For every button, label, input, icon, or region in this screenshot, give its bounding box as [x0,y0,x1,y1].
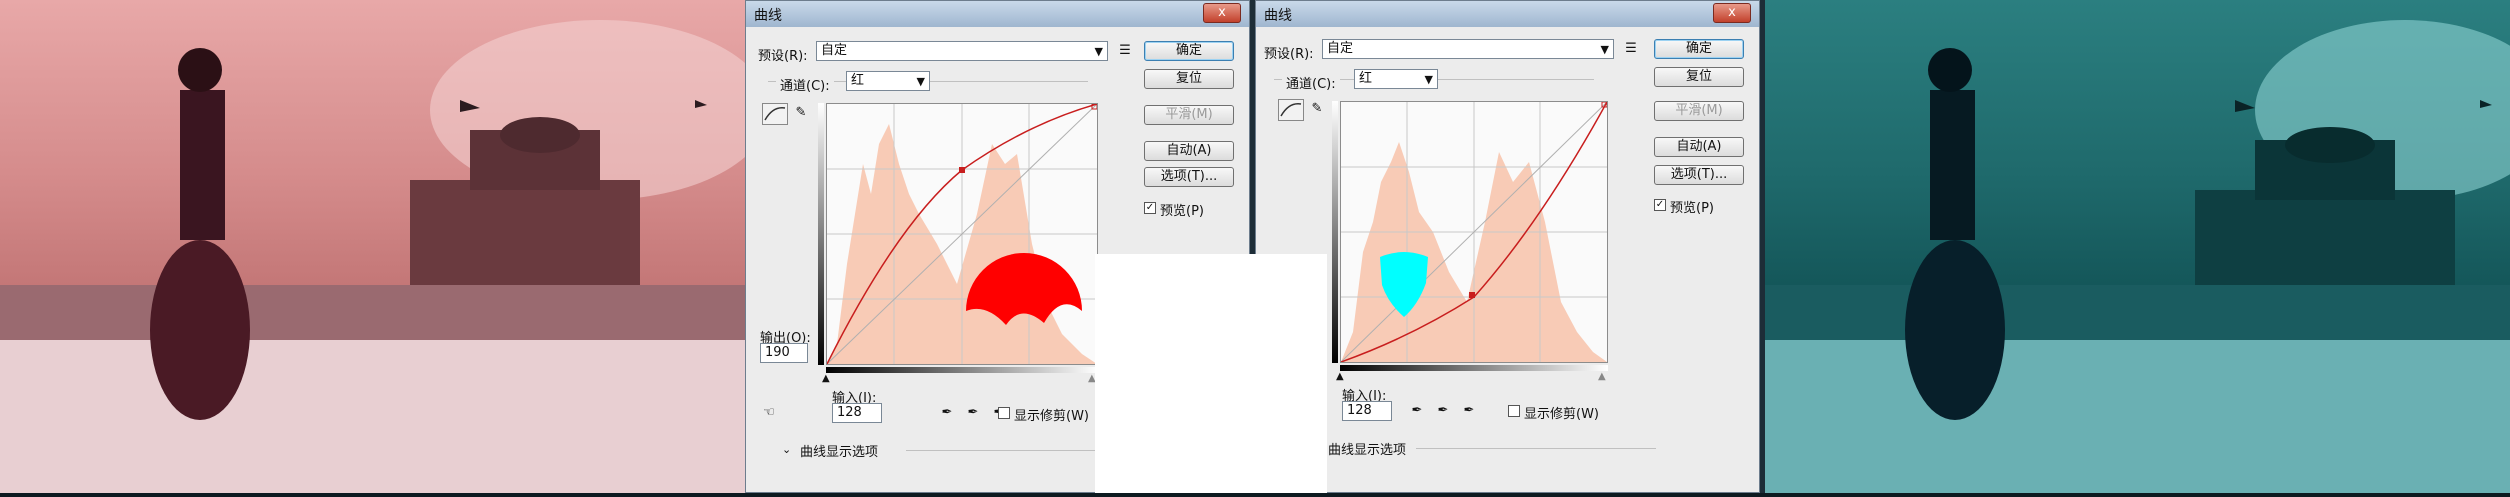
channel-select[interactable]: 红 ▼ [846,71,930,91]
close-button[interactable]: x [1203,3,1241,23]
input-gradient [1340,365,1608,371]
preview-checkbox[interactable]: ✓ [1654,199,1666,211]
photo-red-tinted [0,0,745,493]
preset-label: 预设(R): [758,49,808,64]
black-eyedropper-icon[interactable]: ✒ [936,403,958,423]
output-gradient [1332,101,1338,363]
close-button[interactable]: x [1713,3,1751,23]
curves-dialog-2: 曲线 x 预设(R): 自定 ▼ ☰ 通道(C): 红 ▼ ✎ ▲ ▲ 输入(I): [1255,0,1760,493]
output-value: 190 [765,345,790,360]
curve-options-label[interactable]: 曲线显示选项 [1328,439,1406,458]
cyan-shape-illustration [1380,252,1428,317]
curve-edit-tool[interactable] [762,103,788,125]
channel-value: 红 [1359,71,1373,86]
curve-point [1469,292,1475,298]
output-gradient [818,103,824,365]
preset-menu-icon[interactable]: ☰ [1620,39,1642,59]
curve-graph[interactable] [1340,101,1608,363]
dialog-titlebar[interactable]: 曲线 x [746,1,1249,27]
preset-label: 预设(R): [1264,47,1314,62]
input-field[interactable]: 128 [832,403,882,423]
output-field[interactable]: 190 [760,343,808,363]
curve-tool-icon [1280,103,1302,117]
white-eyedropper-icon[interactable]: ✒ [1458,401,1480,421]
pencil-icon[interactable]: ✎ [1306,99,1328,119]
input-gradient [826,367,1098,373]
show-clipping-label: 显示修剪(W) [1014,409,1089,424]
channel-label: 通道(C): [776,75,834,94]
red-shape-illustration [966,253,1082,325]
close-icon: x [1218,5,1226,20]
preview-checkbox[interactable]: ✓ [1144,202,1156,214]
gray-eyedropper-icon[interactable]: ✒ [1432,401,1454,421]
ok-button[interactable]: 确定 [1654,39,1744,59]
input-field[interactable]: 128 [1342,401,1392,421]
show-clipping-checkbox[interactable] [1508,405,1520,417]
chevron-down-icon: ▼ [1424,73,1433,86]
black-point-slider[interactable]: ▲ [1336,371,1344,382]
preview-label: 预览(P) [1670,201,1714,216]
chevron-down-icon: ▼ [1600,43,1609,56]
options-button[interactable]: 选项(T)... [1654,165,1744,185]
preset-select[interactable]: 自定 ▼ [816,41,1108,61]
group-divider [1416,448,1656,449]
channel-label: 通道(C): [1282,73,1340,92]
dialog-title: 曲线 [754,8,782,24]
photo-cyan-tinted [1765,0,2510,493]
preview-label: 预览(P) [1160,204,1204,219]
show-clipping-label: 显示修剪(W) [1524,407,1599,422]
curve-tool-icon [764,107,786,121]
reset-button[interactable]: 复位 [1144,69,1234,89]
options-button[interactable]: 选项(T)... [1144,167,1234,187]
channel-select[interactable]: 红 ▼ [1354,69,1438,89]
smooth-button[interactable]: 平滑(M) [1654,101,1744,121]
black-point-slider[interactable]: ▲ [822,373,830,384]
preset-select[interactable]: 自定 ▼ [1322,39,1614,59]
smooth-button[interactable]: 平滑(M) [1144,105,1234,125]
reset-button[interactable]: 复位 [1654,67,1744,87]
close-icon: x [1728,5,1736,20]
expand-icon[interactable]: ⌄ [782,443,791,456]
show-clipping-checkbox[interactable] [998,407,1010,419]
preset-menu-icon[interactable]: ☰ [1114,41,1136,61]
rgb-venn-illustration [1095,254,1327,493]
chevron-down-icon: ▼ [1094,45,1103,58]
dialog-title: 曲线 [1264,8,1292,24]
auto-button[interactable]: 自动(A) [1144,141,1234,161]
ok-button[interactable]: 确定 [1144,41,1234,61]
channel-value: 红 [851,73,865,88]
black-eyedropper-icon[interactable]: ✒ [1406,401,1428,421]
hand-adjust-icon[interactable]: ☜ [758,403,780,423]
dialog-titlebar[interactable]: 曲线 x [1256,1,1759,27]
curve-options-label[interactable]: 曲线显示选项 [800,441,878,460]
white-point-slider[interactable]: ▲ [1598,371,1606,382]
input-value: 128 [1347,403,1372,418]
preset-value: 自定 [821,43,848,58]
pencil-icon[interactable]: ✎ [790,103,812,123]
curve-point [959,167,965,173]
curve-edit-tool[interactable] [1278,99,1304,121]
auto-button[interactable]: 自动(A) [1654,137,1744,157]
gray-eyedropper-icon[interactable]: ✒ [962,403,984,423]
input-value: 128 [837,405,862,420]
preset-value: 自定 [1327,41,1354,56]
chevron-down-icon: ▼ [916,75,925,88]
